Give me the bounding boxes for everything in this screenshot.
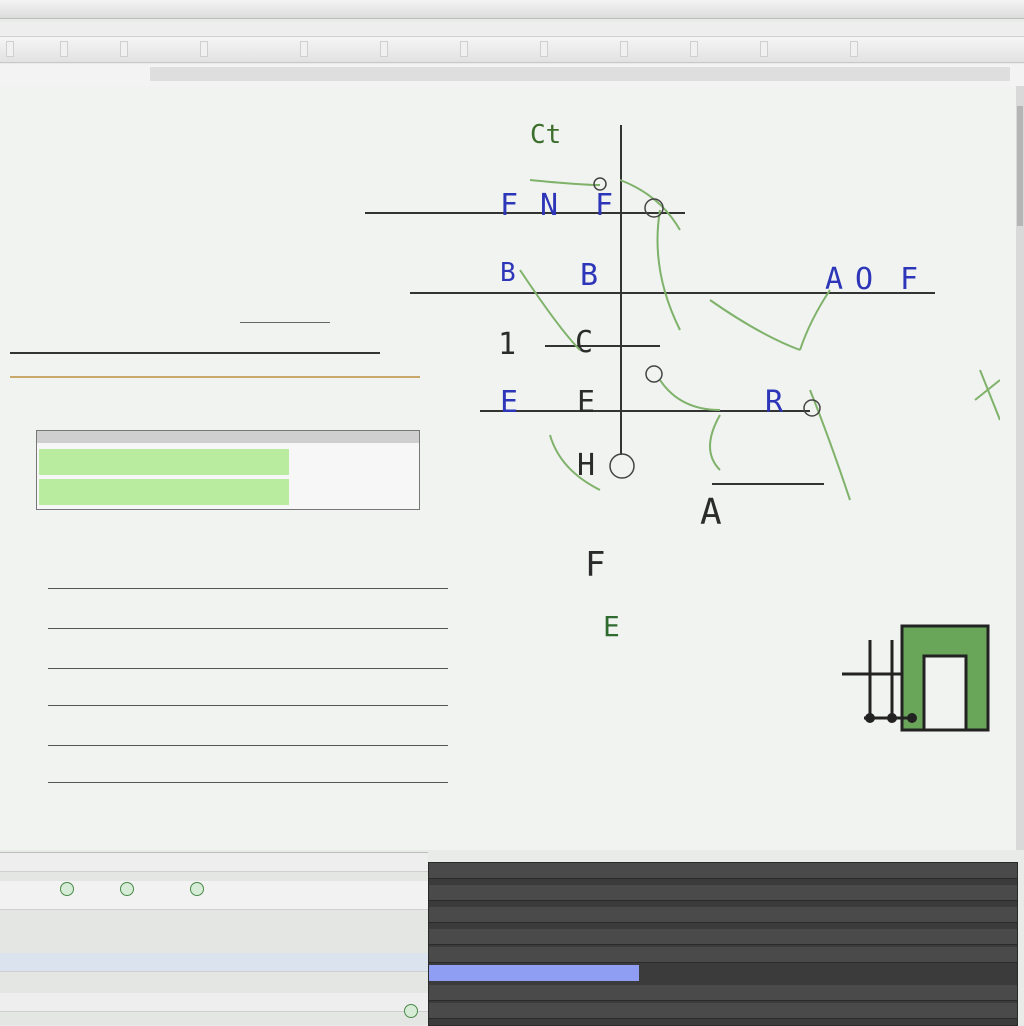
bottom-dock xyxy=(0,852,428,1025)
scrollbar-thumb[interactable] xyxy=(1017,106,1023,226)
list-underline xyxy=(48,782,448,783)
panel-selected-row[interactable] xyxy=(429,965,639,981)
connector-stroke xyxy=(519,269,581,351)
divider-line xyxy=(10,376,420,378)
toolbar-button[interactable] xyxy=(460,41,468,57)
toolbar-button[interactable] xyxy=(690,41,698,57)
vertical-scrollbar[interactable] xyxy=(1016,86,1024,850)
connector-stroke xyxy=(656,209,681,331)
toolbar-button[interactable] xyxy=(620,41,628,57)
main-toolbar xyxy=(0,22,1024,63)
toolbar-button[interactable] xyxy=(120,41,128,57)
list-underline xyxy=(48,705,448,706)
dock-strip xyxy=(0,953,428,972)
panel-row[interactable] xyxy=(429,985,1017,1001)
toolbar-button[interactable] xyxy=(540,41,548,57)
connector-stroke xyxy=(974,379,1000,401)
properties-panel[interactable] xyxy=(428,862,1018,1026)
toolbar-button[interactable] xyxy=(60,41,68,57)
dock-strip xyxy=(0,993,428,1012)
green-block-icon xyxy=(842,624,990,732)
dock-circle-button[interactable] xyxy=(190,882,204,896)
toolbar-button[interactable] xyxy=(300,41,308,57)
toolbar-button[interactable] xyxy=(6,41,14,57)
diagram-label: Ct xyxy=(530,120,562,150)
window-titlebar xyxy=(0,0,1024,19)
connector-stroke xyxy=(619,179,681,231)
divider-line xyxy=(10,352,380,354)
connector-stroke xyxy=(809,389,851,501)
panel-row[interactable] xyxy=(429,907,1017,923)
toolbar-button[interactable] xyxy=(380,41,388,57)
list-underline xyxy=(48,745,448,746)
panel-row[interactable] xyxy=(429,947,1017,963)
connector-stroke xyxy=(529,179,601,186)
divider-line xyxy=(240,322,330,323)
connector-stroke xyxy=(659,379,721,411)
connector-stroke xyxy=(549,434,601,491)
diagram-connectors xyxy=(519,177,1000,501)
connector-stroke xyxy=(799,289,831,351)
connector-stroke xyxy=(709,414,721,471)
panel-row[interactable] xyxy=(429,1003,1017,1019)
panel-row[interactable] xyxy=(429,929,1017,945)
highlight-cell xyxy=(39,449,289,475)
connector-node xyxy=(609,453,635,479)
toolbar-button[interactable] xyxy=(200,41,208,57)
connector-node xyxy=(644,198,664,218)
dock-circle-button[interactable] xyxy=(120,882,134,896)
panel-tab-row[interactable] xyxy=(429,885,1017,901)
highlight-cell xyxy=(39,479,289,505)
dock-circle-button[interactable] xyxy=(60,882,74,896)
connector-stroke xyxy=(709,299,801,351)
toolbar-button[interactable] xyxy=(760,41,768,57)
connector-stroke xyxy=(979,369,1000,421)
dock-strip xyxy=(0,853,428,872)
menu-row xyxy=(0,22,1024,37)
ruler xyxy=(0,64,1024,87)
ruler-track xyxy=(150,67,1010,81)
dock-circle-button[interactable] xyxy=(404,1004,418,1018)
panel-titlebar xyxy=(429,863,1017,879)
toolbar-button[interactable] xyxy=(850,41,858,57)
connector-node xyxy=(645,365,663,383)
